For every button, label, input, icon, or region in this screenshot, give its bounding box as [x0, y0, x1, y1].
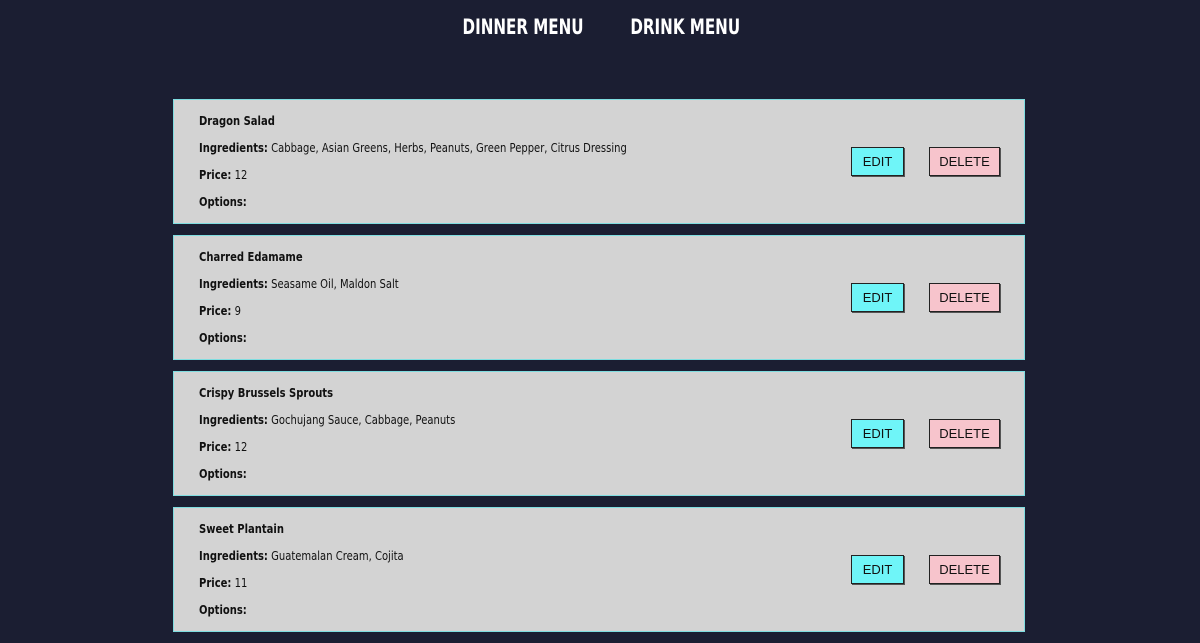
price-label: Price: [199, 167, 232, 182]
ingredients-label: Ingredients: [199, 412, 268, 427]
dish-name: Dragon Salad [199, 113, 275, 128]
price-label: Price: [199, 303, 232, 318]
nav-link-dinner-menu[interactable]: DINNER MENU [462, 15, 583, 39]
menu-item-details: Charred Edamame Ingredients: Seasame Oil… [199, 249, 819, 357]
price-value: 12 [234, 167, 248, 182]
menu-item-card: Dragon Salad Ingredients: Cabbage, Asian… [173, 99, 1025, 224]
ingredients-row: Ingredients: Gochujang Sauce, Cabbage, P… [199, 412, 695, 439]
nav-link-drink-menu[interactable]: DRINK MENU [630, 15, 740, 39]
options-row: Options: [199, 194, 695, 221]
dish-name: Crispy Brussels Sprouts [199, 385, 334, 400]
ingredients-value: Gochujang Sauce, Cabbage, Peanuts [271, 412, 456, 427]
ingredients-row: Ingredients: Seasame Oil, Maldon Salt [199, 276, 695, 303]
menu-item-details: Crispy Brussels Sprouts Ingredients: Goc… [199, 385, 819, 493]
delete-button[interactable]: DELETE [929, 419, 1000, 448]
menu-item-details: Dragon Salad Ingredients: Cabbage, Asian… [199, 113, 819, 221]
options-label: Options: [199, 602, 247, 617]
price-row: Price: 12 [199, 439, 695, 466]
ingredients-label: Ingredients: [199, 548, 268, 563]
edit-button[interactable]: EDIT [851, 555, 904, 584]
menu-item-details: Sweet Plantain Ingredients: Guatemalan C… [199, 521, 819, 629]
menu-item-card: Crispy Brussels Sprouts Ingredients: Goc… [173, 371, 1025, 496]
delete-button[interactable]: DELETE [929, 283, 1000, 312]
options-row: Options: [199, 466, 695, 493]
price-value: 9 [234, 303, 241, 318]
options-row: Options: [199, 602, 695, 629]
ingredients-row: Ingredients: Cabbage, Asian Greens, Herb… [199, 140, 695, 167]
dish-name: Charred Edamame [199, 249, 303, 264]
price-label: Price: [199, 575, 232, 590]
menu-item-list: Dragon Salad Ingredients: Cabbage, Asian… [173, 99, 1025, 643]
options-label: Options: [199, 194, 247, 209]
ingredients-value: Guatemalan Cream, Cojita [271, 548, 404, 563]
edit-button[interactable]: EDIT [851, 283, 904, 312]
options-label: Options: [199, 330, 247, 345]
price-row: Price: 9 [199, 303, 695, 330]
ingredients-value: Seasame Oil, Maldon Salt [271, 276, 399, 291]
delete-button[interactable]: DELETE [929, 147, 1000, 176]
options-label: Options: [199, 466, 247, 481]
price-label: Price: [199, 439, 232, 454]
ingredients-label: Ingredients: [199, 276, 268, 291]
price-value: 12 [234, 439, 248, 454]
price-value: 11 [234, 575, 248, 590]
menu-item-card: Sweet Plantain Ingredients: Guatemalan C… [173, 507, 1025, 632]
price-row: Price: 12 [199, 167, 695, 194]
options-row: Options: [199, 330, 695, 357]
ingredients-value: Cabbage, Asian Greens, Herbs, Peanuts, G… [271, 140, 627, 155]
menu-item-card: Charred Edamame Ingredients: Seasame Oil… [173, 235, 1025, 360]
edit-button[interactable]: EDIT [851, 419, 904, 448]
price-row: Price: 11 [199, 575, 695, 602]
top-nav: DINNER MENU DRINK MENU [0, 0, 1200, 60]
delete-button[interactable]: DELETE [929, 555, 1000, 584]
ingredients-row: Ingredients: Guatemalan Cream, Cojita [199, 548, 695, 575]
edit-button[interactable]: EDIT [851, 147, 904, 176]
ingredients-label: Ingredients: [199, 140, 268, 155]
dish-name: Sweet Plantain [199, 521, 284, 536]
